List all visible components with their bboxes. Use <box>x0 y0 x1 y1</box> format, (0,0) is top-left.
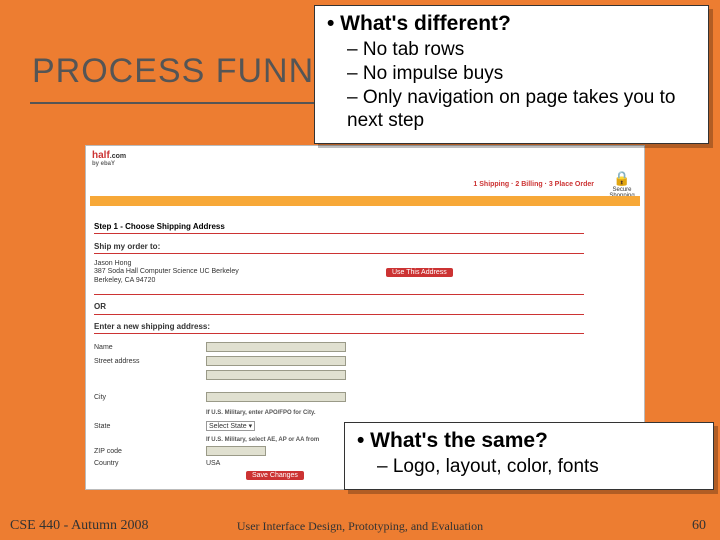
zip-note: If U.S. Military, select AE, AP or AA fr… <box>206 437 319 443</box>
enter-new-address-label: Enter a new shipping address: <box>94 322 210 331</box>
callout-whats-different: • What's different? – No tab rows – No i… <box>314 5 709 144</box>
saved-address: Jason Hong 387 Soda Hall Computer Scienc… <box>94 260 239 285</box>
logo-text-main: half <box>92 150 110 161</box>
callout-item: – No tab rows <box>347 38 696 62</box>
slide-title: PROCESS FUNNEL <box>32 52 358 91</box>
row-country: Country USA <box>94 460 220 467</box>
address-name: Jason Hong <box>94 260 239 268</box>
callout-heading: • What's different? <box>327 12 696 36</box>
use-this-address-button[interactable]: Use This Address <box>386 268 453 277</box>
state-select[interactable]: Select State ▾ <box>206 421 255 431</box>
row-state: State Select State ▾ <box>94 421 255 431</box>
address-line2: Berkeley, CA 94720 <box>94 277 239 285</box>
divider <box>94 314 584 315</box>
callout-whats-same: • What's the same? – Logo, layout, color… <box>344 422 714 490</box>
divider <box>94 233 584 234</box>
header-bar <box>90 196 640 206</box>
label-city: City <box>94 394 204 401</box>
country-value: USA <box>206 460 220 467</box>
row-zip-note: If U.S. Military, select AE, AP or AA fr… <box>94 436 319 443</box>
divider <box>94 253 584 254</box>
street-field-2[interactable] <box>206 370 346 380</box>
row-name: Name <box>94 342 346 352</box>
row-zip: ZIP code <box>94 446 266 456</box>
callout-item: – Logo, layout, color, fonts <box>377 455 701 479</box>
row-city: City <box>94 392 346 402</box>
state-note: If U.S. Military, enter APO/FPO for City… <box>206 410 316 416</box>
address-line1: 387 Soda Hall Computer Science UC Berkel… <box>94 268 239 276</box>
site-logo: half.com by ebaY <box>92 150 126 167</box>
label-street: Street address <box>94 358 204 365</box>
label-country: Country <box>94 460 204 467</box>
row-street2 <box>94 370 346 380</box>
or-label: OR <box>94 302 106 311</box>
label-zip: ZIP code <box>94 448 204 455</box>
footer-title: User Interface Design, Prototyping, and … <box>0 519 720 534</box>
row-street: Street address <box>94 356 346 366</box>
street-field-1[interactable] <box>206 356 346 366</box>
logo-byline: by ebaY <box>92 161 126 167</box>
label-name: Name <box>94 344 204 351</box>
page-number: 60 <box>692 518 706 534</box>
step-title: Step 1 - Choose Shipping Address <box>94 222 225 231</box>
divider <box>94 333 584 334</box>
lock-icon: 🔒 <box>606 170 638 187</box>
ship-to-label: Ship my order to: <box>94 242 160 251</box>
callout-heading: • What's the same? <box>357 429 701 453</box>
logo-text-suffix: .com <box>110 153 126 160</box>
secure-shopping-badge: 🔒 Secure Shopping <box>606 170 638 199</box>
city-field[interactable] <box>206 392 346 402</box>
checkout-steps: 1 Shipping · 2 Billing · 3 Place Order <box>473 181 594 188</box>
callout-item: – Only navigation on page takes you to n… <box>347 86 696 134</box>
name-field[interactable] <box>206 342 346 352</box>
label-state: State <box>94 423 204 430</box>
zip-field[interactable] <box>206 446 266 456</box>
save-changes-button[interactable]: Save Changes <box>246 471 304 480</box>
divider <box>94 294 584 295</box>
callout-item: – No impulse buys <box>347 62 696 86</box>
row-state-note: If U.S. Military, enter APO/FPO for City… <box>94 409 316 416</box>
